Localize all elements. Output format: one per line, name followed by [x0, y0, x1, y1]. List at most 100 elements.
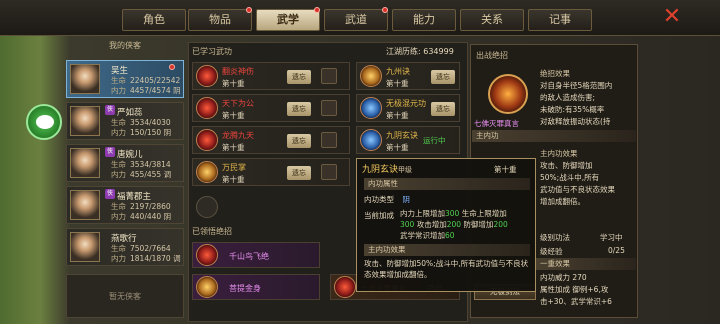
skill-card[interactable]: 龙腾九天 第十重 遗忘: [192, 126, 350, 154]
skill-name: 九阴玄诀: [386, 131, 418, 140]
notify-dot: [169, 64, 175, 70]
skill-card[interactable]: 万民掌 第十重 遗忘: [192, 158, 350, 186]
battle-skill-icon[interactable]: [488, 74, 528, 114]
tab-character[interactable]: 角色: [122, 9, 186, 31]
notify-dot: [246, 7, 252, 13]
sidebar-title: 我的侠客: [109, 41, 141, 50]
char-card[interactable]: 侠 唐婉儿 生命 3534/3814 内力 455/455 调: [66, 144, 184, 182]
tab-relations[interactable]: 关系: [460, 9, 524, 31]
badge-icon: 侠: [105, 105, 115, 115]
skill-icon: [196, 65, 218, 87]
skill-card[interactable]: 九州诀 第十重 遗忘: [356, 62, 460, 90]
skill-level: 第十重: [386, 79, 409, 88]
avatar: [70, 232, 100, 262]
battle-skill-name: 七佛灭罪真言: [474, 119, 519, 128]
badge-icon: 侠: [105, 189, 115, 199]
type-tag: 阴: [163, 128, 172, 137]
tab-items[interactable]: 物品: [188, 9, 252, 31]
forget-button[interactable]: 遗忘: [287, 70, 311, 84]
ultimate-card[interactable]: 菩提金身: [192, 274, 320, 300]
skill-name: 九州诀: [386, 67, 410, 76]
hp-value: 22405/22542: [130, 76, 181, 85]
forget-button[interactable]: 遗忘: [431, 102, 455, 116]
mp-value: 440/440: [130, 212, 162, 221]
forget-button[interactable]: 遗忘: [287, 102, 311, 116]
skill-name: 龙腾九天: [222, 131, 254, 140]
empty-slot: 暂无侠客: [66, 274, 184, 318]
forget-button[interactable]: 遗忘: [431, 70, 455, 84]
mp-value: 1814/1870: [130, 254, 171, 263]
skill-icon: [360, 65, 382, 87]
mp-value: 4457/4574: [130, 86, 171, 95]
avatar: [70, 106, 100, 136]
ultimate-icon: [334, 276, 356, 298]
mp-value: 455/455: [130, 170, 162, 179]
tab-journal[interactable]: 记事: [528, 9, 592, 31]
close-icon[interactable]: ✕: [660, 6, 684, 30]
skill-level: 第十重: [222, 111, 245, 120]
skill-card[interactable]: 天下为公 第十重 遗忘: [192, 94, 350, 122]
mp-value: 150/150: [130, 128, 162, 137]
type-tag: 阴: [163, 212, 172, 221]
char-card[interactable]: 吴生 生命 22405/22542 内力 4457/4574 阴: [66, 60, 184, 98]
skill-name: 无极混元功: [386, 99, 426, 108]
badge-icon: 侠: [105, 147, 115, 157]
empty-skill-slot[interactable]: [196, 196, 218, 218]
learned-title: 已学习武功: [192, 47, 232, 56]
type-tag: 调: [173, 254, 181, 263]
skill-icon: [196, 161, 218, 183]
skill-level: 第十重: [222, 143, 245, 152]
tooltip-effect: 攻击、防御增加50%;战斗中,所有武功值与不良状态效果增加成翻倍。: [364, 259, 529, 279]
equip-slot-icon[interactable]: [321, 132, 337, 148]
type-tag: 调: [163, 170, 172, 179]
skill-card[interactable]: 无极混元功 第十重 遗忘: [356, 94, 460, 122]
skill-card[interactable]: 翻炎神伤 第十重 遗忘: [192, 62, 350, 90]
ultimate-name: 千山鸟飞绝: [229, 252, 269, 261]
skill-level: 第十重: [222, 79, 245, 88]
skill-card[interactable]: 九阴玄诀 第十重 运行中: [356, 126, 460, 154]
skill-name: 天下为公: [222, 99, 254, 108]
char-card[interactable]: 燕歌行 生命 7502/7664 内力 1814/1870 调: [66, 228, 184, 266]
forget-button[interactable]: 遗忘: [287, 166, 311, 180]
ultimate-name: 菩提金身: [229, 284, 261, 293]
equip-slot-icon[interactable]: [321, 68, 337, 84]
skill-icon: [360, 129, 382, 151]
avatar: [70, 64, 100, 94]
type-tag: 阴: [173, 86, 181, 95]
tab-abilities[interactable]: 能力: [392, 9, 456, 31]
effect-title: 绝招效果: [540, 69, 570, 78]
exp-value: 634999: [423, 47, 454, 56]
battle-skill-title: 出战绝招: [476, 51, 508, 60]
chat-button[interactable]: [26, 104, 62, 140]
skill-name: 万民掌: [222, 163, 246, 172]
equip-slot-icon[interactable]: [321, 164, 337, 180]
hp-value: 2197/2860: [130, 202, 171, 211]
running-status: 运行中: [423, 136, 446, 145]
comprehend-title: 已领悟绝招: [192, 227, 232, 236]
char-card[interactable]: 侠 严如蕊 生命 3534/4030 内力 150/150 阴: [66, 102, 184, 140]
skill-level: 第十重: [386, 111, 409, 120]
hp-value: 7502/7664: [130, 244, 171, 253]
ultimate-card[interactable]: 千山鸟飞绝: [192, 242, 320, 268]
avatar: [70, 148, 100, 178]
notify-dot: [314, 7, 320, 13]
equip-slot-icon[interactable]: [321, 100, 337, 116]
skill-name: 翻炎神伤: [222, 67, 254, 76]
tab-martial-arts[interactable]: 武学: [256, 9, 320, 31]
tooltip-level: 第十重: [494, 165, 517, 174]
tab-martial-way[interactable]: 武道: [324, 9, 388, 31]
skill-level: 第十重: [222, 175, 245, 184]
skill-level: 第十重: [386, 143, 409, 152]
tooltip-title: 九阴玄诀甲级: [362, 165, 413, 175]
ultimate-icon: [196, 244, 218, 266]
skill-icon: [196, 129, 218, 151]
hp-value: 3534/3814: [130, 160, 171, 169]
exp-label: 江湖历练: 634999: [386, 47, 454, 56]
chat-bubble-icon: [36, 115, 54, 129]
hp-value: 3534/4030: [130, 118, 171, 127]
avatar: [70, 190, 100, 220]
ultimate-icon: [196, 276, 218, 298]
skill-icon: [360, 97, 382, 119]
forget-button[interactable]: 遗忘: [287, 134, 311, 148]
char-card[interactable]: 侠 福菁郡主 生命 2197/2860 内力 440/440 阴: [66, 186, 184, 224]
